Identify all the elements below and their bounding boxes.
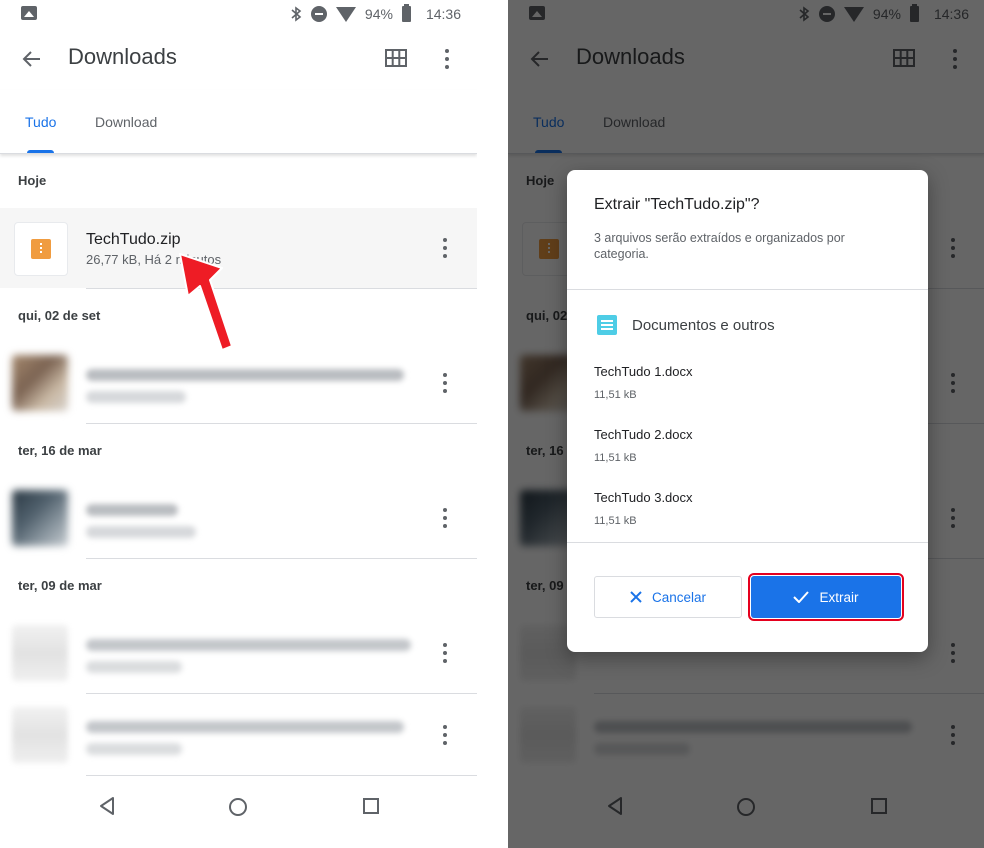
file-row-blurred-pdf[interactable]: [0, 613, 477, 693]
archive-item-name: TechTudo 3.docx: [594, 490, 693, 505]
row-divider: [86, 775, 477, 776]
cancel-button[interactable]: Cancelar: [594, 576, 742, 618]
archive-item: TechTudo 2.docx 11,51 kB: [594, 427, 693, 464]
nav-home-icon[interactable]: [229, 798, 247, 816]
dialog-divider: [567, 289, 928, 290]
dialog-divider: [567, 542, 928, 543]
section-header-date: qui, 02 de set: [18, 308, 101, 323]
dialog-title: Extrair "TechTudo.zip"?: [594, 196, 760, 213]
red-pointer-arrow-icon: [179, 253, 233, 351]
nav-back-icon[interactable]: [98, 796, 116, 816]
blurred-file-meta: [86, 661, 182, 673]
file-more-options-icon[interactable]: [441, 724, 449, 746]
archive-item-size: 11,51 kB: [594, 515, 637, 527]
do-not-disturb-icon: [310, 5, 327, 22]
nav-recents-icon[interactable]: [363, 798, 379, 814]
blurred-file-name: [86, 369, 404, 381]
clock: 14:36: [425, 5, 461, 22]
blurred-file-name: [86, 721, 404, 733]
row-divider: [86, 423, 477, 424]
file-more-options-icon[interactable]: [441, 372, 449, 394]
file-row-blurred-pdf[interactable]: [0, 695, 477, 775]
archive-item-size: 11,51 kB: [594, 452, 637, 464]
document-thumbnail: [12, 707, 68, 763]
extract-button-label: Extrair: [819, 589, 859, 605]
document-icon: [597, 315, 617, 335]
cancel-button-label: Cancelar: [651, 589, 707, 605]
battery-icon: [401, 3, 411, 22]
video-thumbnail: [12, 490, 68, 546]
tab-bar: Tudo Download: [0, 90, 477, 154]
app-bar: Downloads: [0, 30, 477, 90]
downloads-screen: 94% 14:36 Downloads Tudo Download Hoje T…: [0, 0, 477, 848]
file-more-options-icon[interactable]: [441, 237, 449, 259]
battery-percent: 94%: [364, 5, 393, 22]
section-header-date: ter, 09 de mar: [18, 578, 102, 593]
archive-item-name: TechTudo 2.docx: [594, 427, 693, 442]
file-thumbnail: [14, 222, 68, 276]
archive-item: TechTudo 1.docx 11,51 kB: [594, 364, 693, 401]
blurred-file-meta: [86, 743, 182, 755]
back-arrow-icon[interactable]: [20, 47, 44, 71]
document-thumbnail: [12, 625, 68, 681]
file-name: TechTudo.zip: [86, 231, 181, 248]
section-header-today: Hoje: [18, 173, 47, 188]
system-nav-bar: [0, 778, 477, 848]
blurred-file-meta: [86, 391, 186, 403]
extract-button[interactable]: Extrair: [748, 573, 904, 621]
zip-icon: [31, 239, 51, 259]
archive-item-size: 11,51 kB: [594, 389, 637, 401]
grid-view-icon[interactable]: [385, 49, 407, 67]
close-icon: [630, 591, 642, 603]
blurred-file-meta: [86, 526, 196, 538]
category-heading: Documentos e outros: [632, 317, 775, 334]
file-more-options-icon[interactable]: [441, 507, 449, 529]
tab-download[interactable]: Download: [95, 114, 157, 130]
panel-gap: [477, 0, 508, 848]
blurred-file-name: [86, 639, 411, 651]
gallery-icon: [21, 6, 37, 20]
row-divider: [86, 558, 477, 559]
blurred-file-name: [86, 504, 178, 516]
extract-dialog: Extrair "TechTudo.zip"? 3 arquivos serão…: [567, 170, 928, 652]
page-title: Downloads: [68, 44, 177, 69]
file-row-blurred-video[interactable]: [0, 478, 477, 558]
check-icon: [793, 591, 810, 603]
bluetooth-icon: [290, 5, 302, 22]
more-options-icon[interactable]: [441, 48, 453, 70]
image-thumbnail: [12, 355, 68, 411]
status-bar: 94% 14:36: [0, 0, 477, 30]
dialog-description: 3 arquivos serão extraídos e organizados…: [594, 231, 845, 261]
row-divider: [86, 693, 477, 694]
archive-item-name: TechTudo 1.docx: [594, 364, 693, 379]
row-divider: [86, 288, 477, 289]
downloads-screen-with-dialog: 94% 14:36 Downloads Tudo Download Hoje q…: [508, 0, 984, 848]
file-more-options-icon[interactable]: [441, 642, 449, 664]
archive-item: TechTudo 3.docx 11,51 kB: [594, 490, 693, 527]
section-header-date: ter, 16 de mar: [18, 443, 102, 458]
tab-tudo[interactable]: Tudo: [25, 114, 56, 130]
wifi-icon: [335, 7, 356, 22]
tab-indicator: [27, 150, 54, 153]
